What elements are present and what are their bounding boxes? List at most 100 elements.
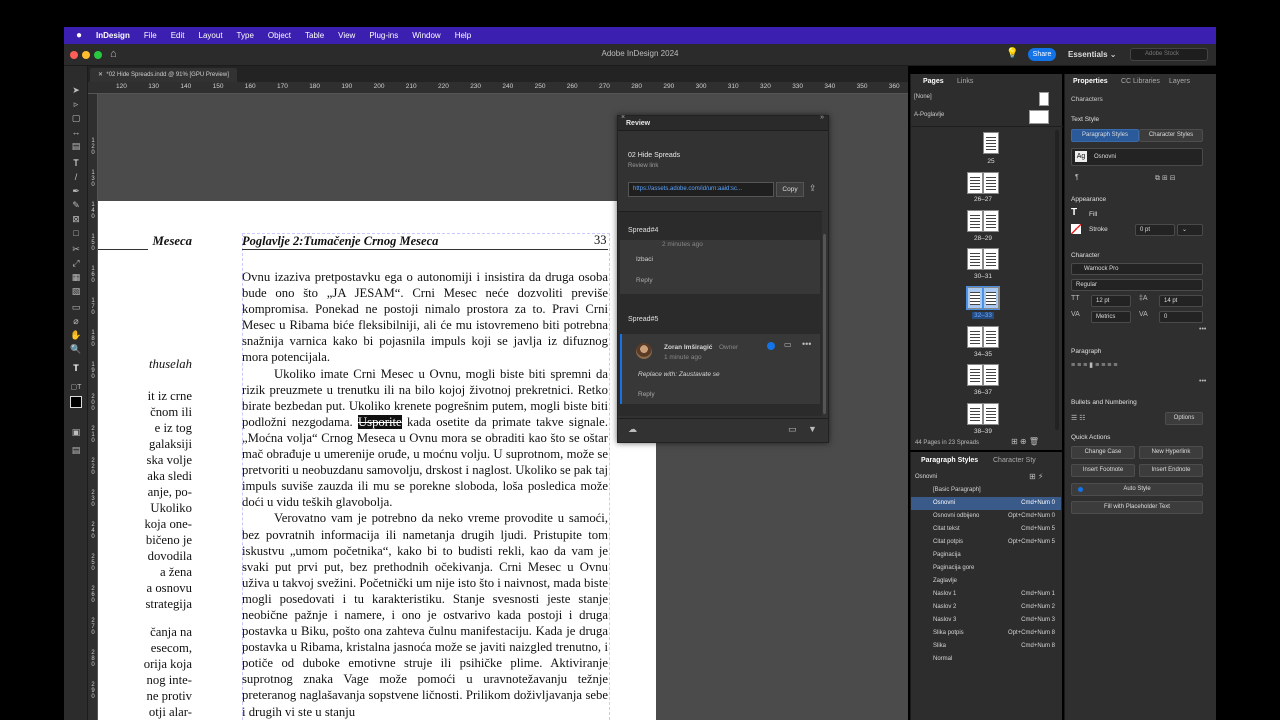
master-a-thumb[interactable] <box>1029 110 1049 124</box>
font-family-dropdown[interactable]: Warnock Pro <box>1071 263 1203 275</box>
new-style-icon[interactable]: ⊞ ⚡ <box>1029 472 1044 481</box>
spread5-comment-card[interactable]: Zoran Imširagić Owner 1 minute ago ▭ •••… <box>620 334 820 404</box>
tracked-deletion-highlight[interactable]: Usporite <box>357 414 402 429</box>
share-export-icon[interactable]: ⇪ <box>809 183 817 194</box>
scissors-tool-icon[interactable]: ✂ <box>70 243 82 255</box>
character-styles-toggle[interactable]: Character Styles <box>1139 129 1203 142</box>
apple-icon[interactable]: ● <box>76 30 82 41</box>
menu-table[interactable]: Table <box>305 31 324 40</box>
right-page[interactable]: Poglavlje 2:Tumačenje Crnog Meseca 33 Ov… <box>194 201 656 720</box>
alignment-buttons-icon[interactable]: ≡≡≡▮≡≡≡≡ <box>1071 361 1119 369</box>
new-hyperlink-button[interactable]: New Hyperlink <box>1139 446 1203 459</box>
comments-scrollbar[interactable] <box>823 234 826 414</box>
free-transform-tool-icon[interactable]: ⤢ <box>70 257 82 269</box>
spread-26-27[interactable] <box>967 172 999 194</box>
paragraph-style-row[interactable]: Citat potpis Opt+Cmd+Num 5 <box>911 536 1061 549</box>
stroke-type-dropdown[interactable]: ⌄ <box>1177 224 1203 236</box>
tracking-field[interactable]: 0 <box>1159 311 1203 323</box>
gradient-feather-tool-icon[interactable]: ▧ <box>70 285 82 297</box>
paragraph-1[interactable]: Ovnu izaziva pretpostavku ega o autonomi… <box>242 269 608 366</box>
rectangle-tool-icon[interactable]: □ <box>70 227 82 239</box>
change-case-button[interactable]: Change Case <box>1071 446 1135 459</box>
spread-32-33[interactable] <box>966 286 1000 310</box>
running-head[interactable]: Poglavlje 2:Tumačenje Crnog Meseca <box>242 234 438 249</box>
paragraph-style-row[interactable]: Slika Cmd+Num 8 <box>911 640 1061 653</box>
spread-25[interactable] <box>975 132 1007 154</box>
menu-edit[interactable]: Edit <box>171 31 185 40</box>
content-collector-icon[interactable]: ▤ <box>70 140 82 152</box>
spread4-comment-card[interactable]: 2 minutes ago Izbaci Reply <box>620 240 820 294</box>
paragraph-style-row[interactable]: Naslov 2 Cmd+Num 2 <box>911 601 1061 614</box>
hand-tool-icon[interactable]: ✋ <box>70 329 82 341</box>
insert-endnote-button[interactable]: Insert Endnote <box>1139 464 1203 477</box>
more-options-icon[interactable]: ••• <box>802 339 811 349</box>
preview-mode-icon[interactable]: ▤ <box>70 444 82 456</box>
fill-stroke-text-icon[interactable]: T <box>70 362 82 374</box>
menu-plugins[interactable]: Plug-ins <box>369 31 398 40</box>
gap-tool-icon[interactable]: ↔ <box>70 126 82 138</box>
review-link-field[interactable]: https://assets.adobe.com/id/urn:aaid:sc.… <box>628 182 774 197</box>
leading-field[interactable]: 14 pt <box>1159 295 1203 307</box>
type-tool-icon[interactable]: T <box>70 157 82 169</box>
tab-paragraph-styles[interactable]: Paragraph Styles <box>921 457 978 464</box>
menu-indesign[interactable]: InDesign <box>96 31 130 40</box>
page-tool-icon[interactable]: ▢ <box>70 112 82 124</box>
close-panel-icon[interactable]: × <box>621 114 625 121</box>
pencil-tool-icon[interactable]: ✎ <box>70 199 82 211</box>
pages-panel-actions-icon[interactable]: ⊞ ⊕ 🗑 <box>1011 437 1039 446</box>
paragraph-more-icon[interactable]: ••• <box>1199 378 1206 385</box>
menu-object[interactable]: Object <box>268 31 291 40</box>
tab-character-styles[interactable]: Character Sty <box>993 457 1036 464</box>
screen-mode-icon[interactable]: ▣ <box>70 426 82 438</box>
workspace-switcher[interactable]: Essentials ⌄ <box>1068 50 1117 59</box>
menu-layout[interactable]: Layout <box>199 31 223 40</box>
line-tool-icon[interactable]: / <box>70 171 82 183</box>
paragraph-style-row[interactable]: [Basic Paragraph] <box>911 484 1061 497</box>
normal-view-icon[interactable] <box>70 396 82 408</box>
list-type-icons[interactable]: ☰ ☷ <box>1071 414 1086 422</box>
kerning-field[interactable]: Metrics <box>1091 311 1131 323</box>
document-tab[interactable]: ✕ *02 Hide Spreads.indd @ 91% [GPU Previ… <box>90 68 237 82</box>
horizontal-ruler[interactable]: 120 130 140 150 160 170 180 190 200 210 220 230 240 2… <box>88 82 908 94</box>
paragraph-style-row[interactable]: Osnovni Cmd+Num 0 <box>911 497 1061 510</box>
paragraph-2[interactable]: Ukoliko imate Crni Mesec u Ovnu, mogli b… <box>242 366 608 511</box>
page-number[interactable]: 33 <box>594 233 607 248</box>
auto-style-button[interactable]: Auto Style <box>1071 483 1203 496</box>
lightbulb-icon[interactable]: 💡 <box>1006 48 1018 59</box>
paragraph-style-row[interactable]: Paginacija gore <box>911 562 1061 575</box>
spread-28-29[interactable] <box>967 210 999 232</box>
eyedropper-tool-icon[interactable]: ⌀ <box>70 315 82 327</box>
tab-cc-libraries[interactable]: CC Libraries <box>1121 78 1160 85</box>
left-page[interactable]: Meseca thuselah it iz crne čnom ili e iz tog… <box>98 201 194 720</box>
formatting-container-icon[interactable]: ▢T <box>70 382 82 394</box>
direct-selection-tool-icon[interactable]: ▹ <box>70 98 82 110</box>
zoom-tool-icon[interactable]: 🔍 <box>70 343 82 355</box>
body-text-frame[interactable]: Ovnu izaziva pretpostavku ega o autonomi… <box>242 269 608 720</box>
font-size-field[interactable]: 12 pt <box>1091 295 1131 307</box>
spread4-reply-button[interactable]: Reply <box>636 277 653 284</box>
paragraph-style-row[interactable]: Paginacija <box>911 549 1061 562</box>
master-a[interactable]: A-Poglavlje <box>914 112 944 118</box>
paragraph-style-row[interactable]: Naslov 1 Cmd+Num 1 <box>911 588 1061 601</box>
fill-swatch-icon[interactable]: T <box>1071 208 1081 218</box>
style-dropdown[interactable]: Osnovni <box>1071 148 1203 166</box>
collapse-panel-icon[interactable]: » <box>820 114 824 121</box>
share-button[interactable]: Share <box>1028 48 1056 61</box>
master-none[interactable]: [None] <box>914 94 932 100</box>
paragraph-style-row[interactable]: Normal <box>911 653 1061 666</box>
paragraph-styles-toggle[interactable]: Paragraph Styles <box>1071 129 1139 142</box>
spread-34-35[interactable] <box>967 326 999 348</box>
paragraph-style-row[interactable]: Osnovni odbijeno Opt+Cmd+Num 0 <box>911 510 1061 523</box>
paragraph-style-row[interactable]: Naslov 3 Cmd+Num 3 <box>911 614 1061 627</box>
pen-tool-icon[interactable]: ✒ <box>70 185 82 197</box>
paragraph-style-row[interactable]: Slika potpis Opt+Cmd+Num 8 <box>911 627 1061 640</box>
insert-footnote-button[interactable]: Insert Footnote <box>1071 464 1135 477</box>
menu-file[interactable]: File <box>144 31 157 40</box>
menu-type[interactable]: Type <box>237 31 254 40</box>
filter-icon[interactable]: ▼ <box>808 424 817 434</box>
selection-tool-icon[interactable]: ➤ <box>70 84 82 96</box>
note-tool-icon[interactable]: ▭ <box>70 301 82 313</box>
review-panel-header[interactable]: Review <box>618 116 828 131</box>
paragraph-style-row[interactable]: Citat tekst Cmd+Num 5 <box>911 523 1061 536</box>
cloud-icon[interactable]: ☁ <box>628 424 637 435</box>
